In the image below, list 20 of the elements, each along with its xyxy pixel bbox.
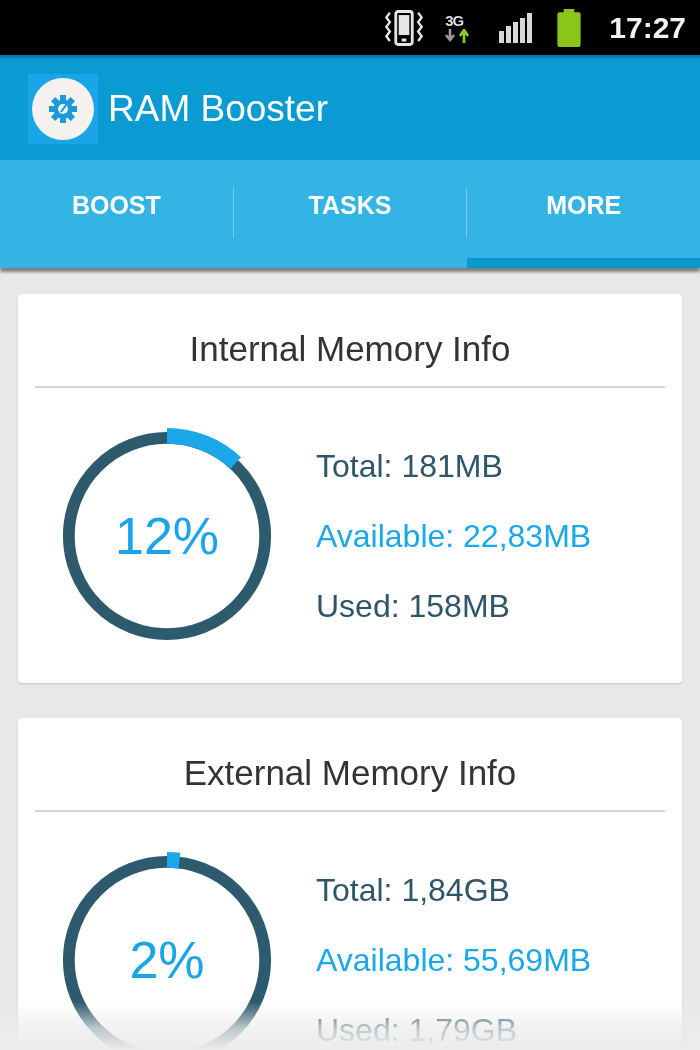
used-memory-label: Used: 158MB <box>316 587 511 626</box>
signal-icon <box>499 12 534 43</box>
battery-icon <box>557 8 582 47</box>
tab[interactable]: BOOST <box>0 160 233 268</box>
card-title: External Memory Info <box>182 752 518 794</box>
percent-label: 2% <box>129 930 205 990</box>
total-memory-label: Total: 181MB <box>316 447 504 486</box>
status-time: 17:27 <box>609 10 686 45</box>
data-arrows-icon <box>445 28 472 43</box>
used-memory-label: Used: 1,79GB <box>316 1011 518 1050</box>
available-memory-label: Available: 22,83MB <box>316 517 592 556</box>
app-title: RAM Booster <box>108 88 328 130</box>
tab[interactable]: MORE <box>467 160 700 268</box>
tab[interactable]: TASKS <box>233 160 467 268</box>
percent-label: 12% <box>114 506 220 566</box>
available-memory-label: Available: 55,69MB <box>316 941 592 980</box>
network-type-label: 3G <box>445 12 464 29</box>
app-gear-icon <box>28 74 98 144</box>
total-memory-label: Total: 1,84GB <box>316 871 511 910</box>
card-title: Internal Memory Info <box>188 328 512 370</box>
